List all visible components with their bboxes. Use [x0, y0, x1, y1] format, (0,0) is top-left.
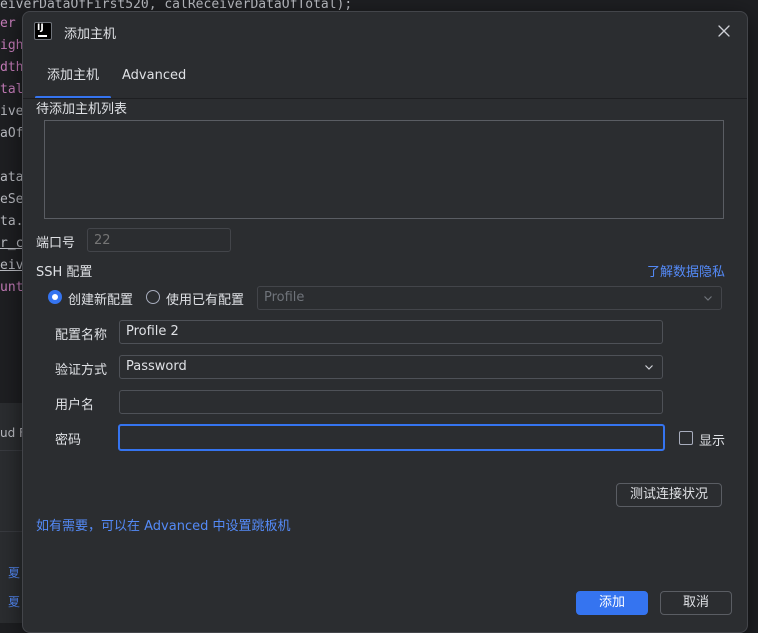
password-label: 密码 [55, 433, 82, 448]
close-icon[interactable] [713, 20, 735, 42]
radio-existing-config-label[interactable]: 使用已有配置 [166, 289, 244, 308]
tab-add-host[interactable]: 添加主机 [35, 64, 111, 98]
intellij-app-icon: IJ [34, 22, 52, 40]
config-name-value: Profile 2 [126, 324, 179, 339]
chevron-down-icon [645, 365, 653, 370]
host-list-label: 待添加主机列表 [36, 102, 128, 117]
port-input[interactable] [87, 228, 231, 252]
radio-existing-config[interactable] [146, 290, 160, 304]
privacy-link[interactable]: 了解数据隐私 [647, 261, 725, 280]
advanced-hint-link[interactable]: 如有需要，可以在 Advanced 中设置跳板机 [36, 515, 290, 534]
dialog-title: 添加主机 [64, 27, 117, 42]
host-list[interactable] [44, 120, 724, 219]
config-name-input[interactable]: Profile 2 [119, 320, 663, 344]
username-label: 用户名 [55, 398, 95, 413]
password-input[interactable] [118, 424, 665, 451]
chevron-down-icon [704, 296, 712, 301]
ssh-config-label: SSH 配置 [36, 265, 93, 280]
port-label: 端口号 [36, 236, 76, 251]
add-button[interactable]: 添加 [576, 591, 648, 615]
radio-new-config[interactable] [48, 290, 62, 304]
tab-advanced[interactable]: Advanced [122, 64, 186, 98]
existing-profile-select[interactable]: Profile [257, 286, 722, 310]
auth-method-value: Password [126, 359, 187, 374]
show-password-checkbox[interactable] [679, 431, 693, 445]
existing-profile-value: Profile [264, 290, 305, 305]
show-password-label[interactable]: 显示 [699, 430, 725, 449]
username-input[interactable] [119, 390, 663, 414]
test-connection-button[interactable]: 测试连接状况 [616, 483, 722, 507]
tab-separator [23, 98, 747, 99]
config-name-label: 配置名称 [55, 328, 108, 343]
auth-method-label: 验证方式 [55, 363, 108, 378]
auth-method-select[interactable]: Password [119, 355, 663, 379]
cancel-button[interactable]: 取消 [660, 591, 732, 615]
add-host-dialog: IJ 添加主机 添加主机 Advanced 待添加主机列表 端口号 SSH 配置… [22, 11, 748, 633]
radio-new-config-label[interactable]: 创建新配置 [68, 289, 133, 308]
